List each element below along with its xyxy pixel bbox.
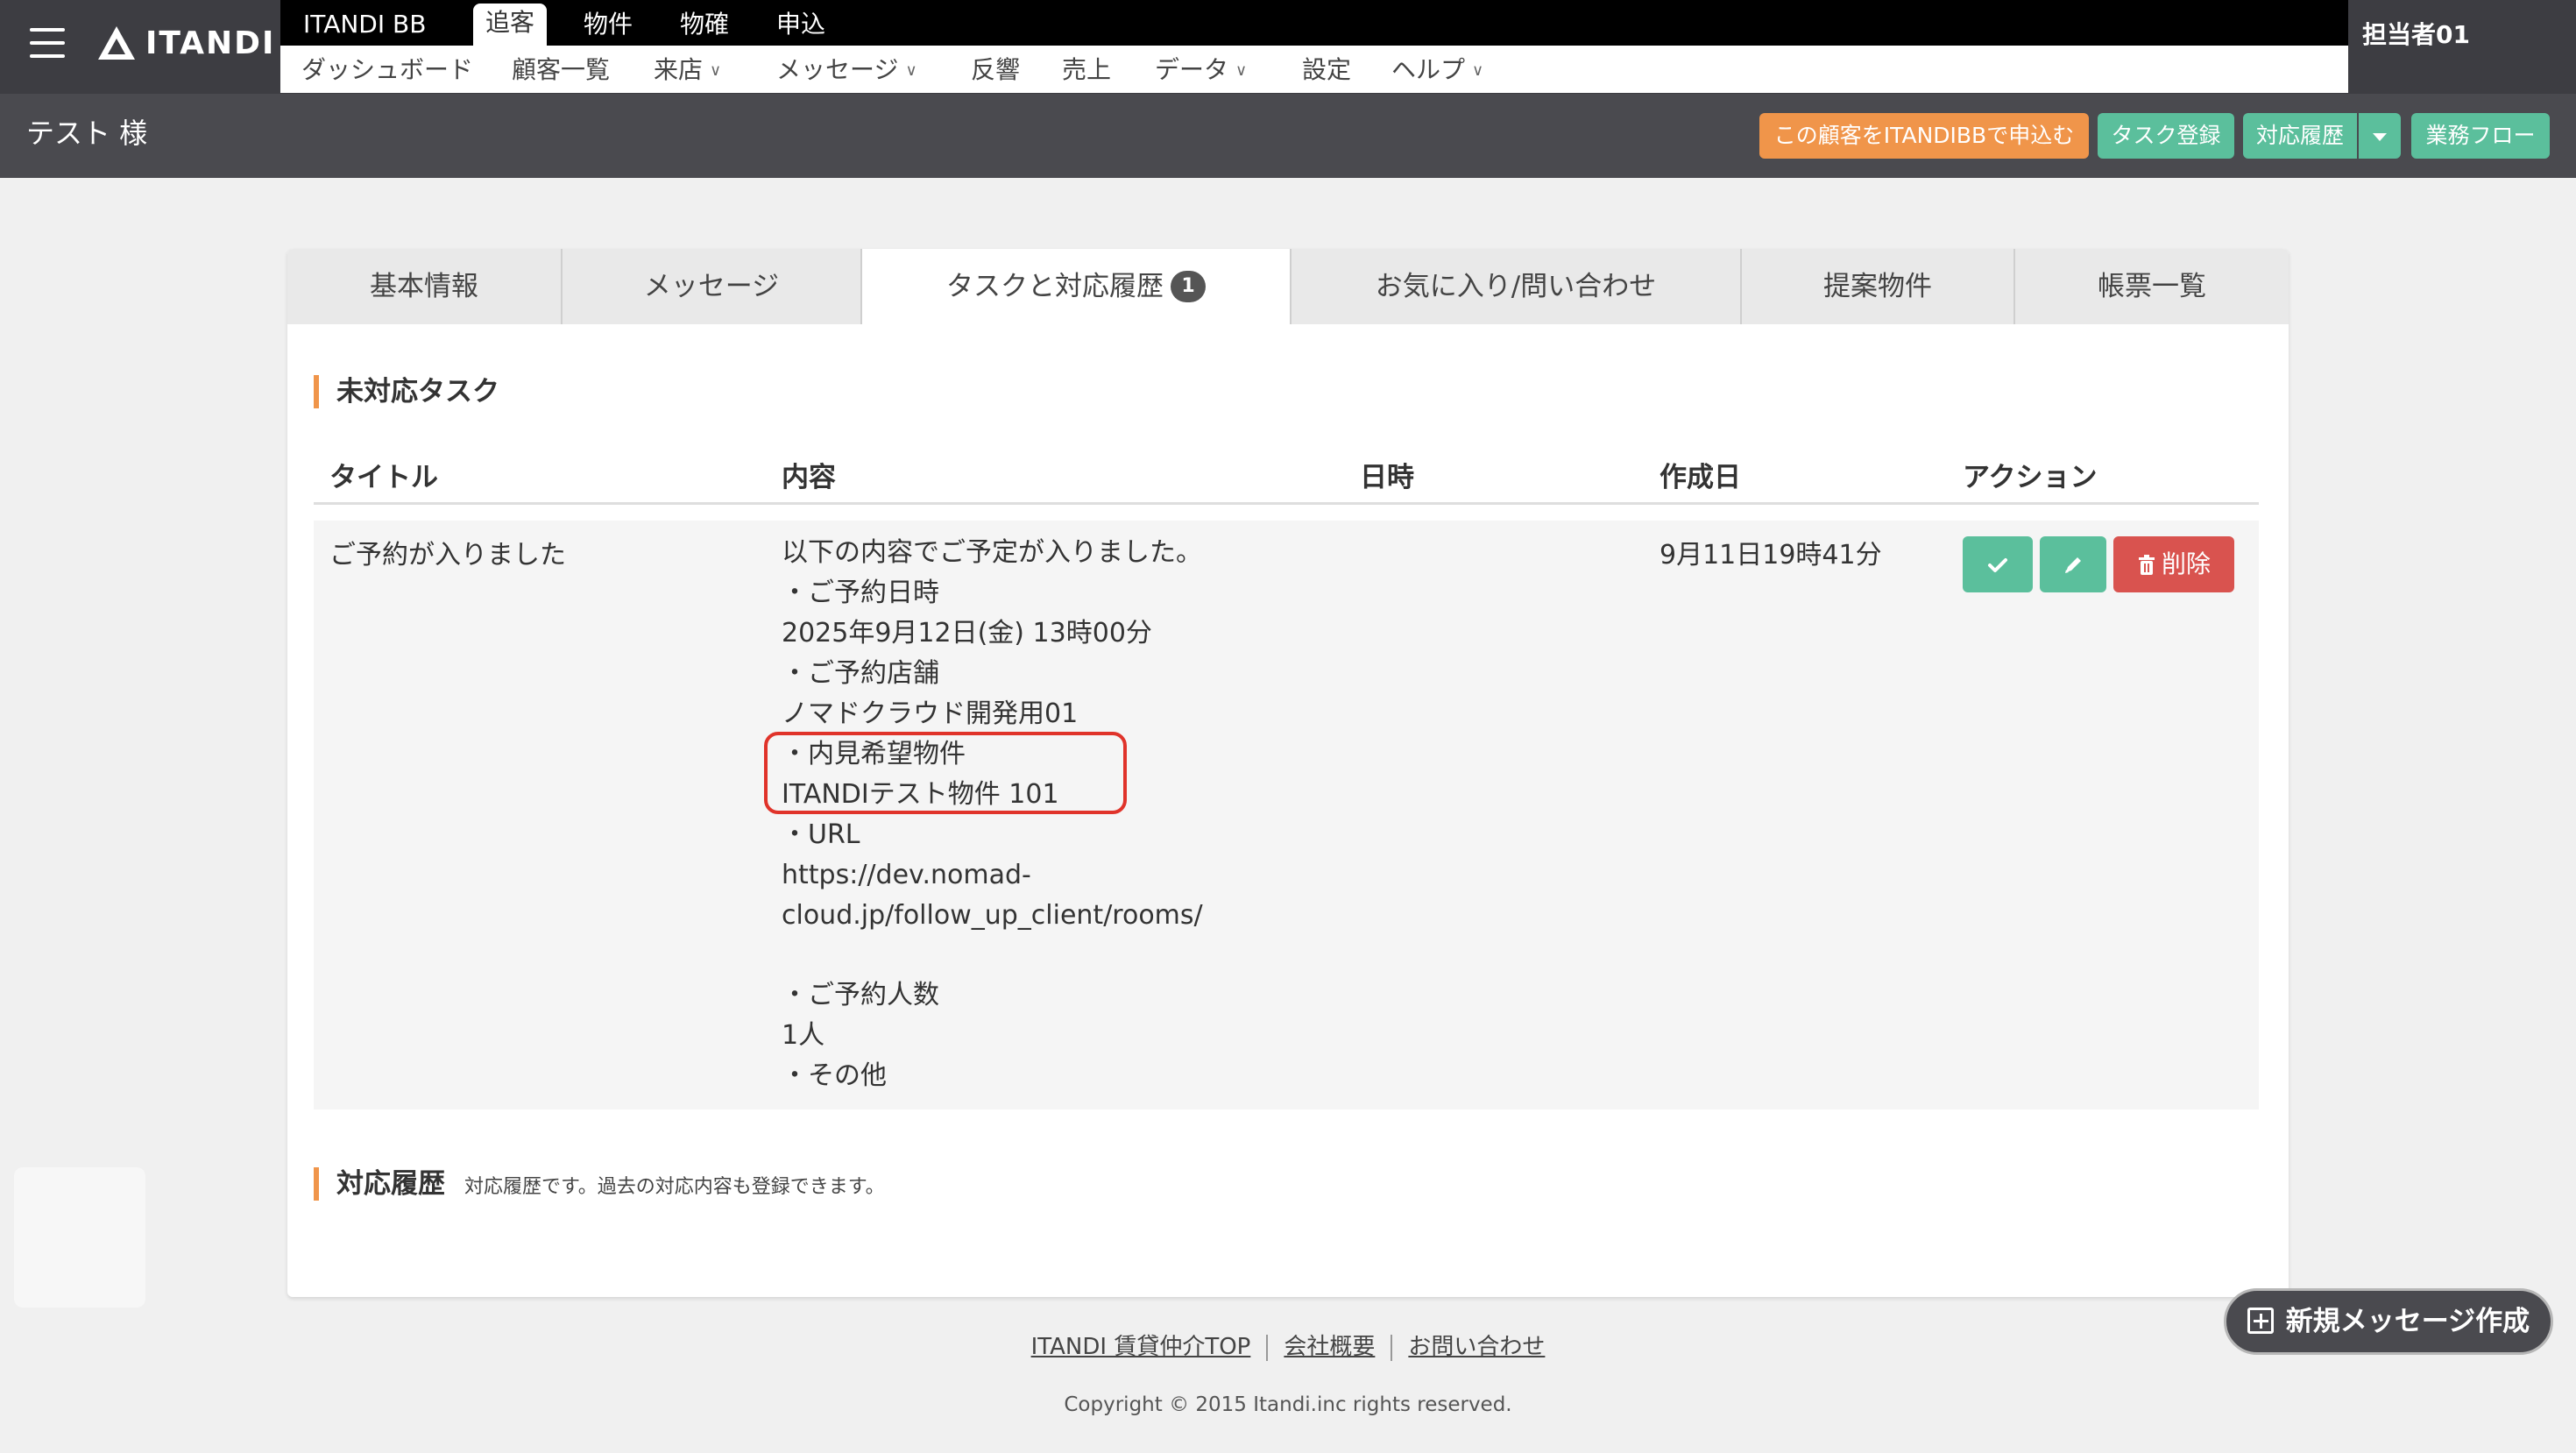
content-line: ・その他 [782, 1060, 887, 1091]
task-count-badge: 1 [1171, 270, 1206, 302]
service-tab-itandi-bb[interactable]: ITANDI BB [291, 5, 438, 44]
new-message-button[interactable]: 新規メッセージ作成 [2224, 1288, 2553, 1355]
delete-task-button[interactable]: 削除 [2113, 536, 2234, 592]
content-line: ・URL [782, 819, 860, 850]
main-menu: ダッシュボード 顧客一覧 来店 ∨ メッセージ ∨ 反響 売上 データ ∨ 設定 ヘル… [280, 46, 2348, 93]
chevron-down-icon: ∨ [905, 61, 917, 80]
menu-settings[interactable]: 設定 [1302, 53, 1351, 88]
hamburger-menu-icon[interactable] [30, 28, 65, 58]
footer-links: ITANDI 賃貸仲介TOP 会社概要 お問い合わせ [0, 1329, 2576, 1361]
col-content: 内容 [782, 462, 836, 493]
history-button[interactable]: 対応履歴 [2243, 113, 2357, 159]
detail-tabs: 基本情報 メッセージ タスクと対応履歴 1 お気に入り/問い合わせ 提案物件 帳票… [287, 249, 2289, 324]
task-title: ご予約が入りました [329, 540, 566, 571]
col-action: アクション [1963, 462, 2098, 493]
content-line [782, 936, 1307, 975]
apply-itandibb-button[interactable]: この顧客をITANDIBBで申込む [1759, 113, 2089, 159]
customer-detail-card: 基本情報 メッセージ タスクと対応履歴 1 お気に入り/問い合わせ 提案物件 帳票… [287, 249, 2289, 1297]
plus-square-icon [2247, 1307, 2274, 1334]
itandi-logo-icon [98, 26, 135, 60]
history-description: 対応履歴です。過去の対応内容も登録できます。 [464, 1176, 885, 1198]
history-dropdown-button[interactable] [2359, 113, 2401, 159]
complete-task-button[interactable] [1963, 536, 2033, 592]
tab-message[interactable]: メッセージ [563, 249, 860, 324]
task-register-button[interactable]: タスク登録 [2098, 113, 2234, 159]
content-line: ノマドクラウド開発用01 [782, 698, 1079, 729]
task-content: 以下の内容でご予定が入りました。 ・ご予約日時 2025年9月12日(金) 13… [782, 533, 1307, 1096]
top-header: ITANDI ITANDI BB 追客 物件 物確 申込 ダッシュボード 顧客一… [0, 0, 2576, 94]
itandi-logo[interactable]: ITANDI [96, 23, 275, 63]
service-tab-bukken[interactable]: 物件 [571, 5, 645, 44]
chevron-down-icon: ∨ [1235, 61, 1248, 80]
task-created-date: 9月11日19時41分 [1660, 540, 1882, 571]
menu-sales[interactable]: 売上 [1062, 53, 1111, 88]
chevron-down-icon: ∨ [710, 61, 722, 80]
tab-favorites[interactable]: お気に入り/問い合わせ [1292, 249, 1740, 324]
col-created: 作成日 [1660, 462, 1741, 493]
menu-customers[interactable]: 顧客一覧 [512, 53, 610, 88]
caret-down-icon [2373, 132, 2387, 141]
content-line: ・ご予約人数 [782, 980, 939, 1010]
menu-data-label: データ [1155, 55, 1229, 84]
table-row: ご予約が入りました 以下の内容でご予定が入りました。 ・ご予約日時 2025年9… [314, 521, 2259, 1109]
col-datetime: 日時 [1360, 462, 1414, 493]
service-tab-bukkaku[interactable]: 物確 [668, 5, 741, 44]
logo-text: ITANDI [145, 25, 276, 61]
tab-tasks-history[interactable]: タスクと対応履歴 1 [862, 249, 1290, 324]
trash-icon [2138, 555, 2155, 575]
content-line: ・ご予約日時 [782, 578, 939, 608]
check-icon [1988, 558, 2007, 572]
menu-help-label: ヘルプ [1391, 55, 1466, 84]
menu-dashboard[interactable]: ダッシュボード [301, 53, 473, 88]
chevron-down-icon: ∨ [1472, 61, 1484, 80]
workflow-button[interactable]: 業務フロー [2411, 113, 2550, 159]
tab-proposals[interactable]: 提案物件 [1742, 249, 2013, 324]
history-title: 対応履歴 [336, 1168, 445, 1200]
col-title: タイトル [329, 462, 438, 493]
content-line: 1人 [782, 1020, 825, 1051]
user-name[interactable]: 担当者01 [2362, 16, 2470, 51]
content-line: ・ご予約店舗 [782, 658, 939, 689]
menu-help[interactable]: ヘルプ ∨ [1391, 53, 1483, 88]
content-line: cloud.jp/follow_up_client/rooms/ [782, 900, 1203, 931]
service-tab-moushikomi[interactable]: 申込 [764, 5, 838, 44]
service-tab-tsuikyaku[interactable]: 追客 [473, 4, 548, 46]
tab-basic-info[interactable]: 基本情報 [287, 249, 561, 324]
customer-name: テスト 様 [26, 117, 148, 150]
menu-visit-label: 来店 [654, 55, 704, 84]
content-line: 以下の内容でご予定が入りました。 [782, 537, 1202, 568]
new-message-label: 新規メッセージ作成 [2285, 1306, 2530, 1337]
pending-tasks-title: 未対応タスク [314, 375, 499, 408]
footer-link-top[interactable]: ITANDI 賃貸仲介TOP [1031, 1334, 1251, 1360]
menu-message[interactable]: メッセージ ∨ [776, 53, 917, 88]
tab-tasks-label: タスクと対応履歴 [946, 271, 1164, 302]
menu-response[interactable]: 反響 [971, 53, 1020, 88]
delete-label: 削除 [2161, 549, 2211, 578]
annotation-highlight-box [764, 732, 1127, 814]
history-section-title: 対応履歴 対応履歴です。過去の対応内容も登録できます。 [314, 1167, 885, 1201]
tasks-table-header: タイトル 内容 日時 作成日 アクション [314, 456, 2259, 505]
footer-link-contact[interactable]: お問い合わせ [1408, 1334, 1545, 1360]
menu-message-label: メッセージ [776, 55, 899, 84]
content-line: 2025年9月12日(金) 13時00分 [782, 618, 1152, 649]
footer-link-company[interactable]: 会社概要 [1284, 1334, 1375, 1360]
menu-data[interactable]: データ ∨ [1155, 53, 1247, 88]
copyright: Copyright © 2015 Itandi.inc rights reser… [1064, 1393, 1512, 1416]
menu-visit[interactable]: 来店 ∨ [654, 53, 721, 88]
service-nav: ITANDI BB 追客 物件 物確 申込 [280, 0, 2348, 46]
tab-documents[interactable]: 帳票一覧 [2015, 249, 2289, 324]
content-line: https://dev.nomad- [782, 860, 1031, 890]
customer-header: テスト 様 この顧客をITANDIBBで申込む タスク登録 対応履歴 業務フロー [0, 94, 2576, 178]
side-panel-ghost [14, 1167, 145, 1308]
pencil-icon [2065, 557, 2081, 573]
edit-task-button[interactable] [2040, 536, 2106, 592]
